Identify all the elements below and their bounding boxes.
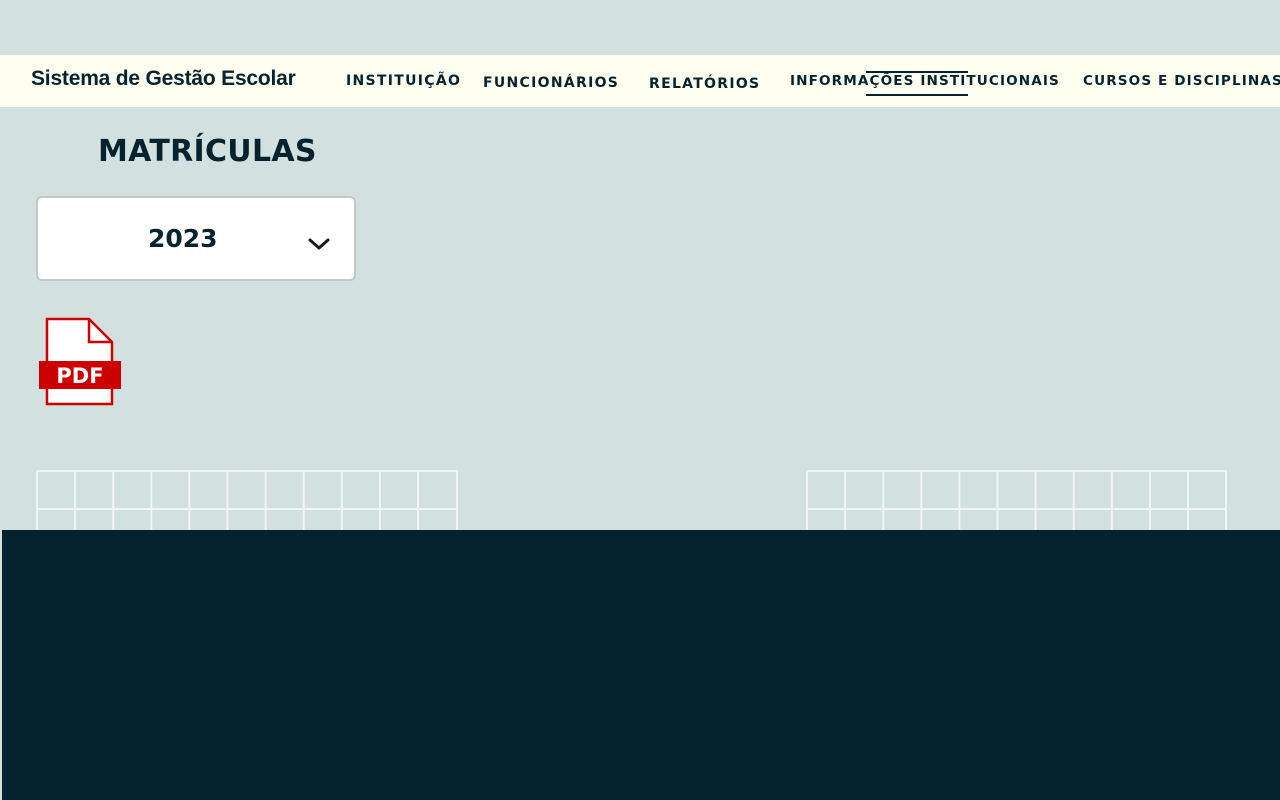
brand-title[interactable]: Sistema de Gestão Escolar: [31, 67, 296, 91]
nav-item-cursos-e-disciplinas[interactable]: CURSOS E DISCIPLINAS: [1083, 73, 1280, 89]
year-select[interactable]: 2023: [36, 196, 356, 281]
page-title: MATRÍCULAS: [98, 134, 317, 169]
decorative-grid-left: [36, 470, 458, 530]
nav-item-informacoes-institucionais[interactable]: INFORMAÇÕES INSTITUCIONAIS: [790, 73, 1060, 89]
active-indicator-bottom: [866, 94, 968, 96]
decorative-grid-right: [806, 470, 1227, 530]
top-navbar: Sistema de Gestão Escolar INSTITUIÇÃO FU…: [0, 55, 1280, 107]
pdf-icon-label: PDF: [56, 364, 103, 388]
year-select-value: 2023: [148, 224, 218, 253]
pdf-file-icon[interactable]: PDF: [38, 317, 122, 407]
footer-panel: [2, 530, 1280, 800]
nav-item-instituicao[interactable]: INSTITUIÇÃO: [346, 73, 461, 89]
nav-item-funcionarios[interactable]: FUNCIONÁRIOS: [483, 75, 619, 91]
active-indicator-top: [866, 71, 968, 73]
chevron-down-icon: [308, 238, 330, 250]
nav-item-relatorios[interactable]: RELATÓRIOS: [649, 76, 760, 92]
